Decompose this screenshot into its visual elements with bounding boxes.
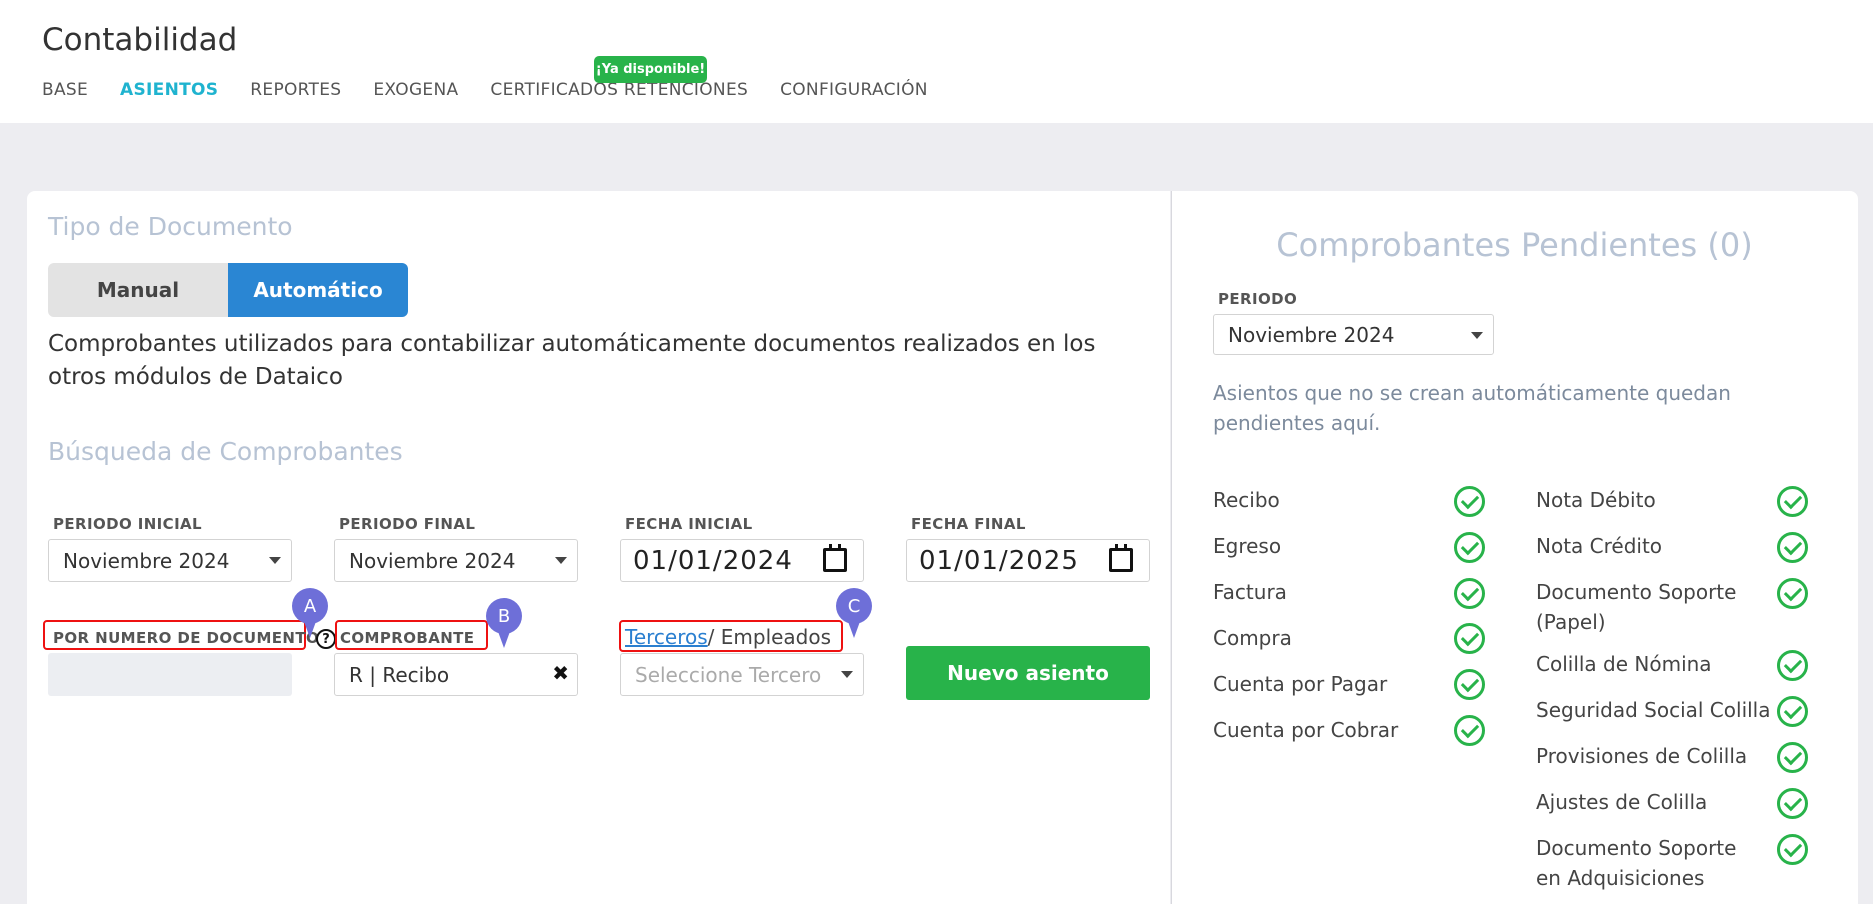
marker-b-label: B (486, 598, 522, 634)
check-icon (1454, 715, 1485, 746)
item-seguridad-social-colilla: Seguridad Social Colilla (1536, 698, 1771, 722)
comprobante-select[interactable]: R | Recibo ✖ (334, 653, 578, 696)
item-factura: Factura (1213, 580, 1287, 604)
check-icon (1777, 834, 1808, 865)
nav-reportes[interactable]: REPORTES (250, 80, 341, 100)
check-icon (1777, 532, 1808, 563)
periodo-inicial-label: PERIODO INICIAL (53, 515, 203, 533)
por-numero-label: POR NUMERO DE DOCUMENTO (53, 629, 320, 647)
item-provisiones-colilla: Provisiones de Colilla (1536, 744, 1748, 768)
periodo-label: PERIODO (1218, 290, 1298, 308)
nav-asientos[interactable]: ASIENTOS (120, 80, 218, 100)
periodo-value: Noviembre 2024 (1228, 322, 1395, 347)
item-documento-soporte-adquisiciones: Documento Soporte en Adquisiciones (1536, 836, 1737, 890)
comprobante-value: R | Recibo (349, 662, 450, 687)
calendar-icon[interactable] (1109, 544, 1133, 572)
check-icon (1454, 623, 1485, 654)
annotation-marker-b: B (486, 598, 522, 652)
item-recibo: Recibo (1213, 488, 1280, 512)
check-icon (1777, 650, 1808, 681)
chevron-down-icon (555, 557, 567, 564)
busqueda-title: Búsqueda de Comprobantes (48, 437, 403, 466)
item-nota-debito: Nota Débito (1536, 488, 1656, 512)
chevron-down-icon (1471, 332, 1483, 339)
check-icon (1777, 742, 1808, 773)
top-bar: Contabilidad BASE ASIENTOS REPORTES EXOG… (0, 0, 1873, 123)
comprobante-label: COMPROBANTE (340, 629, 475, 647)
new-feature-badge: ¡Ya disponible! (594, 56, 707, 83)
chevron-down-icon (269, 557, 281, 564)
item-colilla-nomina: Colilla de Nómina (1536, 652, 1712, 676)
annotation-marker-a: A (292, 588, 328, 642)
periodo-inicial-select[interactable]: Noviembre 2024 (48, 539, 292, 582)
item-cuenta-por-cobrar: Cuenta por Cobrar (1213, 718, 1399, 742)
chevron-down-icon (841, 671, 853, 678)
fecha-final-value: 01/01/2025 (919, 545, 1079, 576)
check-icon (1777, 486, 1808, 517)
nav-exogena[interactable]: EXOGENA (373, 80, 458, 100)
tipo-documento-title: Tipo de Documento (48, 212, 293, 241)
clear-icon[interactable]: ✖ (552, 661, 569, 685)
calendar-icon[interactable] (823, 544, 847, 572)
empleados-label: / Empleados (707, 625, 832, 649)
fecha-inicial-label: FECHA INICIAL (625, 515, 753, 533)
item-ajustes-colilla: Ajustes de Colilla (1536, 790, 1708, 814)
item-cuenta-por-pagar: Cuenta por Pagar (1213, 672, 1388, 696)
document-number-input[interactable] (48, 653, 292, 696)
periodo-final-value: Noviembre 2024 (349, 548, 516, 573)
check-icon (1777, 578, 1808, 609)
marker-a-label: A (292, 588, 328, 624)
periodo-inicial-value: Noviembre 2024 (63, 548, 230, 573)
check-icon (1454, 486, 1485, 517)
nuevo-asiento-button[interactable]: Nuevo asiento (906, 646, 1150, 700)
fecha-inicial-input[interactable]: 01/01/2024 (620, 539, 864, 582)
item-egreso: Egreso (1213, 534, 1282, 558)
periodo-final-select[interactable]: Noviembre 2024 (334, 539, 578, 582)
check-icon (1454, 532, 1485, 563)
automatico-button[interactable]: Automático (228, 263, 408, 317)
fecha-inicial-value: 01/01/2024 (633, 545, 793, 576)
document-type-description: Comprobantes utilizados para contabiliza… (48, 331, 1096, 390)
document-type-toggle: Manual Automático (48, 263, 408, 317)
item-nota-credito: Nota Crédito (1536, 534, 1663, 558)
item-compra: Compra (1213, 626, 1292, 650)
item-documento-soporte-papel: Documento Soporte (Papel) (1536, 580, 1737, 634)
tercero-placeholder: Seleccione Tercero (635, 662, 822, 687)
pendientes-description: Asientos que no se crean automáticamente… (1213, 381, 1731, 435)
tercero-select[interactable]: Seleccione Tercero (620, 653, 864, 696)
periodo-select[interactable]: Noviembre 2024 (1213, 314, 1494, 355)
terceros-link[interactable]: Terceros (625, 625, 708, 649)
check-icon (1777, 788, 1808, 819)
fecha-final-label: FECHA FINAL (911, 515, 1026, 533)
marker-c-label: C (836, 588, 872, 624)
annotation-marker-c: C (836, 588, 872, 642)
app-title: Contabilidad (42, 22, 238, 58)
check-icon (1454, 578, 1485, 609)
nav-base[interactable]: BASE (42, 80, 88, 100)
main-nav: BASE ASIENTOS REPORTES EXOGENA CERTIFICA… (42, 80, 960, 100)
periodo-final-label: PERIODO FINAL (339, 515, 476, 533)
terceros-label: Terceros/ Empleados (625, 625, 831, 649)
check-icon (1454, 669, 1485, 700)
manual-button[interactable]: Manual (48, 263, 228, 317)
nav-certificados-retenciones[interactable]: CERTIFICADOS RETENCIONES (490, 80, 748, 100)
nav-configuracion[interactable]: CONFIGURACIÓN (780, 80, 928, 100)
pendientes-title: Comprobantes Pendientes (0) (1276, 226, 1753, 264)
check-icon (1777, 696, 1808, 727)
fecha-final-input[interactable]: 01/01/2025 (906, 539, 1150, 582)
